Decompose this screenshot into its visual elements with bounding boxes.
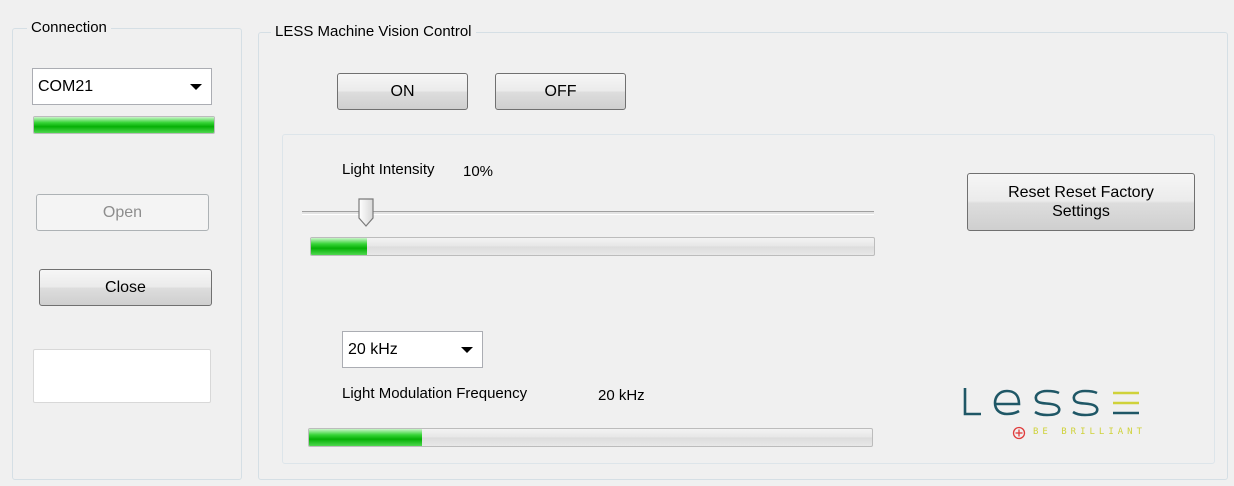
plus-circle-icon bbox=[1012, 426, 1026, 440]
frequency-bar bbox=[308, 428, 873, 447]
off-button[interactable]: OFF bbox=[495, 73, 626, 110]
connection-status-field bbox=[33, 349, 211, 403]
light-intensity-value: 10% bbox=[463, 163, 494, 180]
chevron-down-icon bbox=[461, 346, 473, 353]
control-group-title: LESS Machine Vision Control bbox=[271, 23, 476, 41]
light-intensity-label: Light Intensity bbox=[342, 161, 435, 178]
com-port-value: COM21 bbox=[38, 77, 94, 95]
close-button[interactable]: Close bbox=[39, 269, 212, 306]
open-button[interactable]: Open bbox=[36, 194, 209, 231]
reset-factory-button[interactable]: Reset Reset Factory Settings bbox=[967, 173, 1195, 231]
on-button[interactable]: ON bbox=[337, 73, 468, 110]
connection-status-bar bbox=[33, 116, 215, 134]
com-port-select[interactable]: COM21 bbox=[32, 68, 212, 105]
connection-group-title: Connection bbox=[27, 19, 111, 37]
light-intensity-fill bbox=[311, 238, 368, 255]
light-intensity-slider[interactable] bbox=[302, 198, 874, 228]
chevron-down-icon bbox=[190, 83, 202, 90]
frequency-select[interactable]: 20 kHz bbox=[342, 331, 483, 368]
less-tagline: BE BRILLIANT bbox=[1033, 427, 1147, 437]
slider-track bbox=[302, 211, 874, 215]
less-wordmark bbox=[963, 388, 1139, 417]
light-intensity-bar bbox=[310, 237, 875, 256]
connection-status-fill bbox=[34, 117, 214, 133]
less-logo: BE BRILLIANT bbox=[955, 380, 1195, 442]
frequency-select-value: 20 kHz bbox=[348, 340, 398, 358]
reset-factory-label: Reset Reset Factory Settings bbox=[1008, 184, 1154, 220]
slider-thumb[interactable] bbox=[357, 198, 375, 228]
frequency-label: Light Modulation Frequency bbox=[342, 385, 528, 402]
frequency-fill bbox=[309, 429, 422, 446]
frequency-value: 20 kHz bbox=[598, 387, 645, 404]
